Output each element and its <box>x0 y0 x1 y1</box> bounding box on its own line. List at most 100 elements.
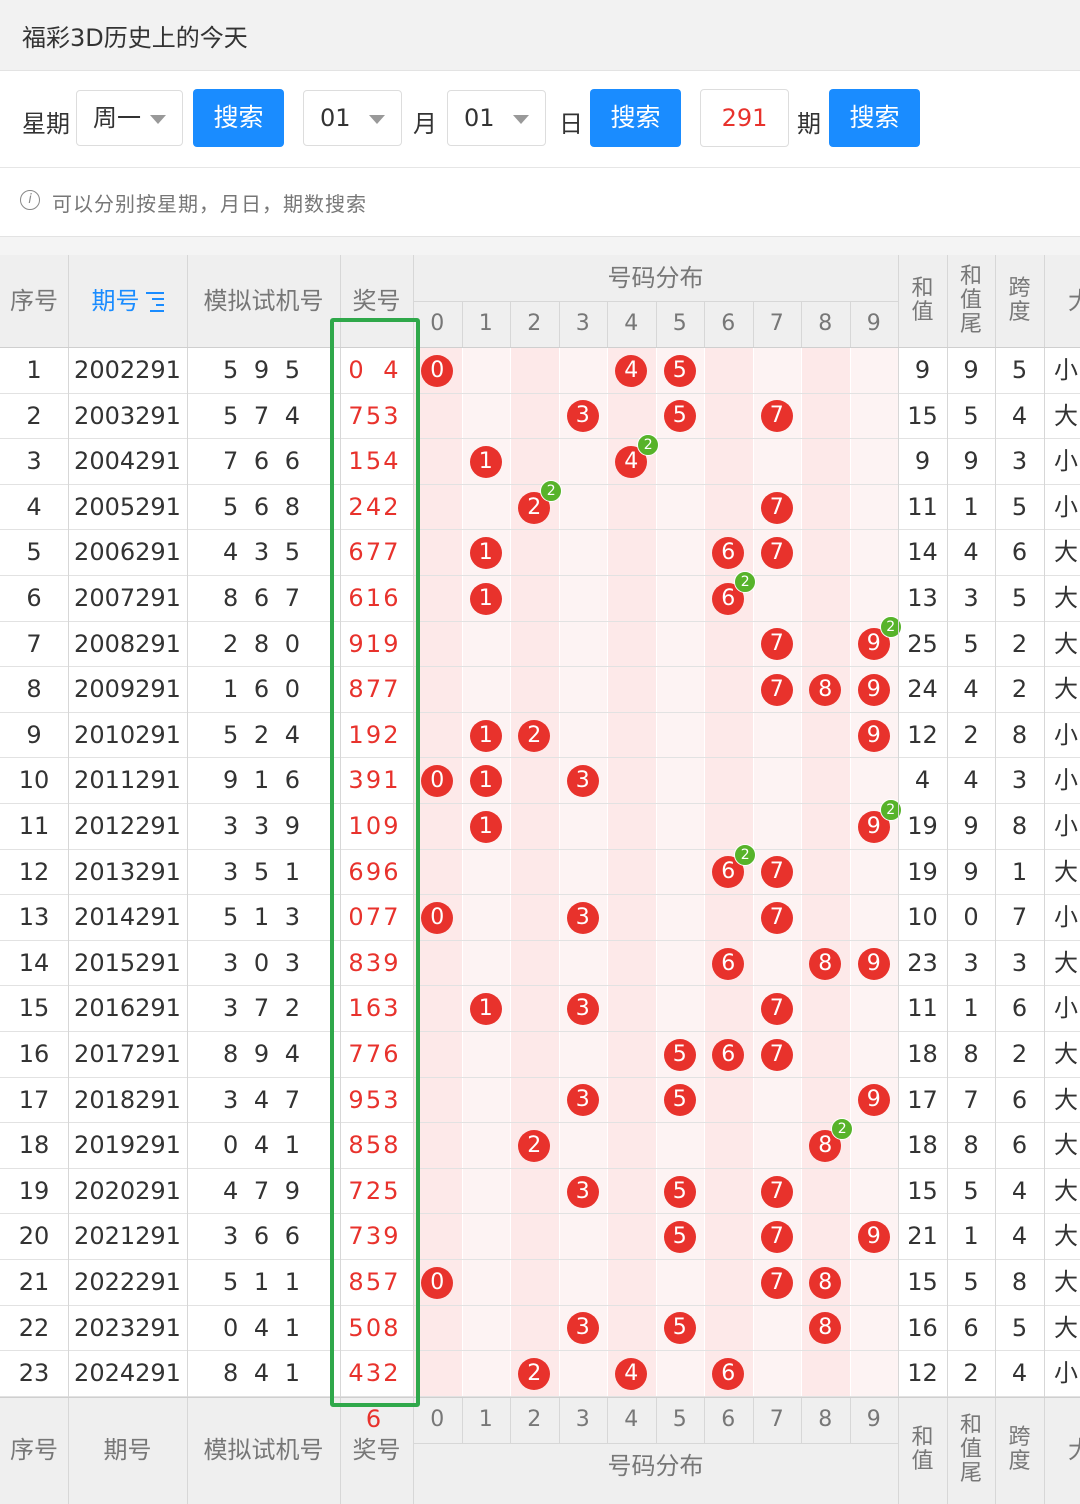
row-size: 大 <box>1054 675 1078 704</box>
row-sumtail: 0 <box>963 903 979 932</box>
footer-sumtail-label: 和值尾 <box>959 1413 982 1487</box>
row-size: 小 <box>1054 447 1078 476</box>
divider <box>461 1396 463 1443</box>
row-period: 2006291 <box>74 538 181 567</box>
header-divider <box>0 347 1080 348</box>
row-sim: 3 3 9 <box>222 812 305 840</box>
period-label: 期 <box>797 110 821 138</box>
search-period-button[interactable]: 搜索 <box>829 89 920 147</box>
row-sim: 2 8 0 <box>222 629 305 658</box>
header-span-label: 跨度 <box>1008 276 1031 325</box>
number-ball-1: 1 <box>469 719 502 752</box>
row-sim: 5 7 4 <box>222 401 305 430</box>
row-sum: 9 <box>914 356 931 384</box>
header-sum: 和值 <box>898 265 947 337</box>
row-sum: 11 <box>907 994 938 1023</box>
row-index: 23 <box>18 1359 50 1388</box>
row-sum: 14 <box>907 538 938 567</box>
number-ball-1: 1 <box>469 446 502 478</box>
row-sim: 1 6 0 <box>222 675 305 704</box>
month-select[interactable]: 01 <box>303 90 402 146</box>
row-span: 5 <box>1011 492 1028 521</box>
weekday-select[interactable]: 周一 <box>76 90 183 146</box>
row-sumtail: 5 <box>963 629 979 658</box>
row-span: 3 <box>1011 447 1028 476</box>
sort-icon[interactable] <box>145 292 164 312</box>
number-ball-5: 5 <box>663 1084 696 1117</box>
number-ball-0: 0 <box>421 354 454 387</box>
row-index: 5 <box>26 538 42 567</box>
row-sim: 3 5 1 <box>222 857 305 886</box>
row-sum: 18 <box>907 1131 938 1160</box>
row-sumtail: 1 <box>963 1222 979 1251</box>
row-sum: 15 <box>907 401 938 430</box>
number-ball-6: 6 <box>712 947 745 980</box>
chevron-down-icon <box>513 115 529 124</box>
row-sim: 4 3 5 <box>222 538 305 567</box>
header-digit-9: 9 <box>849 301 898 347</box>
row-size: 大 <box>1054 1040 1078 1068</box>
row-index: 2 <box>26 401 42 430</box>
number-ball-8: 8 <box>809 947 842 980</box>
footer-digit-0: 0 <box>413 1396 462 1443</box>
row-index: 20 <box>18 1222 50 1251</box>
row-size: 大 <box>1054 401 1078 430</box>
number-ball-3: 3 <box>566 1175 599 1208</box>
row-size: 小 <box>1054 356 1078 384</box>
row-sumtail: 8 <box>963 1131 979 1160</box>
row-period: 2011291 <box>74 766 181 795</box>
row-sum: 4 <box>914 766 931 795</box>
row-size: 小 <box>1054 720 1078 749</box>
number-ball-2: 2 <box>518 1130 551 1162</box>
row-index: 11 <box>18 812 50 840</box>
column-divider <box>898 255 899 1504</box>
search-date-button[interactable]: 搜索 <box>590 89 681 147</box>
footer-divider <box>0 1396 1080 1398</box>
title-bar: 福彩3D历史上的今天 <box>0 0 1080 71</box>
header-digit-6: 6 <box>704 301 753 347</box>
row-size: 小 <box>1054 492 1078 521</box>
row-sim: 9 1 6 <box>222 766 305 795</box>
day-select[interactable]: 01 <box>447 90 546 146</box>
number-ball-7: 7 <box>760 491 793 524</box>
row-span: 7 <box>1011 903 1028 932</box>
header-period[interactable]: 期号 <box>68 255 187 347</box>
row-span: 5 <box>1011 584 1028 612</box>
weekday-label: 星期 <box>22 110 70 138</box>
repeat-badge: 2 <box>540 479 563 502</box>
row-sumtail: 5 <box>963 401 979 430</box>
row-period: 2012291 <box>74 812 181 840</box>
footer-sum-label: 和值 <box>911 1425 934 1475</box>
header-sumtail: 和值尾 <box>947 265 995 337</box>
row-period: 2016291 <box>74 994 181 1023</box>
header-digit-2: 2 <box>510 301 559 347</box>
row-sum: 16 <box>907 1313 938 1342</box>
number-ball-6: 6 <box>712 1038 745 1071</box>
footer-digit-5: 5 <box>655 1396 704 1443</box>
row-index: 17 <box>18 1085 50 1114</box>
row-period: 2003291 <box>74 401 181 430</box>
row-span: 4 <box>1011 1176 1028 1205</box>
history-table: 序号期号模拟试机号奖号和值和值尾跨度大号码分布0123456789序号期号模拟试… <box>0 255 1080 1504</box>
row-size: 大 <box>1054 1268 1078 1296</box>
number-ball-5: 5 <box>663 1221 696 1254</box>
row-sum: 17 <box>907 1085 938 1114</box>
number-ball-7: 7 <box>760 993 793 1026</box>
row-sum: 25 <box>907 629 938 658</box>
search-weekday-button[interactable]: 搜索 <box>193 89 284 147</box>
number-ball-4: 4 <box>615 1358 648 1390</box>
row-span: 6 <box>1011 1131 1028 1160</box>
footer-digit-8: 8 <box>801 1396 850 1443</box>
weekday-value: 周一 <box>93 104 141 132</box>
page-title: 福彩3D历史上的今天 <box>22 24 248 52</box>
row-period: 2020291 <box>74 1176 181 1205</box>
row-sumtail: 6 <box>963 1313 979 1342</box>
period-input[interactable]: 291 <box>700 89 789 147</box>
row-sumtail: 2 <box>963 1359 979 1388</box>
row-sumtail: 3 <box>963 948 979 977</box>
divider <box>704 301 705 347</box>
month-label: 月 <box>413 110 437 138</box>
footer-sim: 模拟试机号 <box>187 1396 340 1504</box>
header-digit-7: 7 <box>752 301 801 347</box>
row-index: 3 <box>26 447 42 476</box>
